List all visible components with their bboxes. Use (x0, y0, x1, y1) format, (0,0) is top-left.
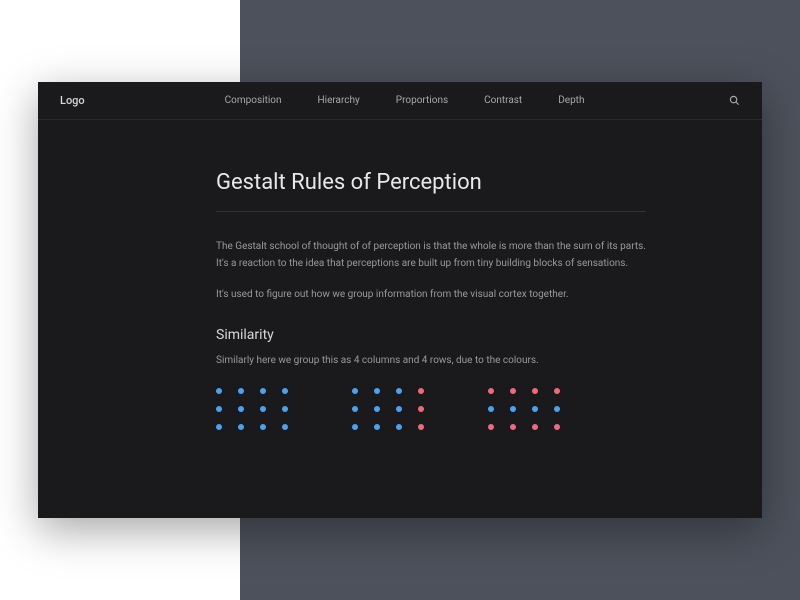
dot (216, 388, 222, 394)
dot-grid-3 (488, 388, 562, 432)
dot (396, 406, 402, 412)
dot-grid-2 (352, 388, 426, 432)
nav-links: Composition Hierarchy Proportions Contra… (225, 95, 585, 106)
article-content: Gestalt Rules of Perception The Gestalt … (38, 120, 762, 432)
dot (352, 424, 358, 430)
section-text: Similarly here we group this as 4 column… (216, 355, 762, 366)
dot (238, 388, 244, 394)
intro-paragraph-2: It's used to figure out how we group inf… (216, 286, 646, 303)
dot-grid-1 (216, 388, 290, 432)
dot (260, 406, 266, 412)
dot (282, 406, 288, 412)
dot (352, 406, 358, 412)
intro-paragraph-1: The Gestalt school of thought of of perc… (216, 238, 646, 272)
nav-link-hierarchy[interactable]: Hierarchy (318, 95, 360, 106)
search-icon[interactable] (729, 95, 740, 106)
dot (510, 424, 516, 430)
dot (532, 424, 538, 430)
nav-link-contrast[interactable]: Contrast (484, 95, 522, 106)
dot (510, 406, 516, 412)
dot (488, 424, 494, 430)
dot (238, 424, 244, 430)
dot (554, 424, 560, 430)
dot (352, 388, 358, 394)
nav-link-depth[interactable]: Depth (558, 95, 584, 106)
nav-link-composition[interactable]: Composition (225, 95, 282, 106)
dot (396, 424, 402, 430)
browser-frame: Logo Composition Hierarchy Proportions C… (38, 82, 762, 518)
nav-link-proportions[interactable]: Proportions (396, 95, 448, 106)
dot (418, 424, 424, 430)
dot (216, 424, 222, 430)
divider (216, 211, 646, 212)
dot (418, 388, 424, 394)
dot (418, 406, 424, 412)
dot (260, 424, 266, 430)
dot (238, 406, 244, 412)
dot (510, 388, 516, 394)
page-title: Gestalt Rules of Perception (216, 170, 762, 195)
dot (374, 424, 380, 430)
dot (282, 388, 288, 394)
navbar: Logo Composition Hierarchy Proportions C… (38, 82, 762, 120)
logo[interactable]: Logo (60, 94, 85, 107)
dot (554, 388, 560, 394)
similarity-examples (216, 388, 762, 432)
dot (216, 406, 222, 412)
dot (554, 406, 560, 412)
dot (532, 388, 538, 394)
dot (396, 388, 402, 394)
section-title: Similarity (216, 327, 762, 343)
dot (374, 388, 380, 394)
dot (260, 388, 266, 394)
dot (532, 406, 538, 412)
dot (282, 424, 288, 430)
dot (374, 406, 380, 412)
dot (488, 406, 494, 412)
dot (488, 388, 494, 394)
